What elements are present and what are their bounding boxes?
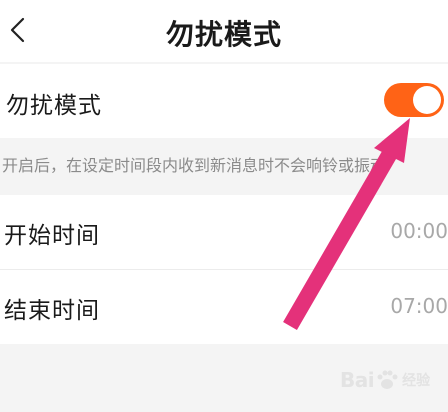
start-time-label: 开始时间 xyxy=(4,223,100,249)
toggle-knob xyxy=(413,86,441,114)
page-title: 勿扰模式 xyxy=(165,18,282,51)
hint-section: 开启后，在设定时间段内收到新消息时不会响铃或振动 xyxy=(0,139,448,193)
start-time-value: 00:00 xyxy=(390,219,448,243)
watermark-brand-right: 经验 xyxy=(402,373,431,389)
hint-text: 开启后，在设定时间段内收到新消息时不会响铃或振动 xyxy=(2,156,387,175)
end-time-row[interactable]: 结束时间 07:00 xyxy=(0,270,448,344)
end-time-value: 07:00 xyxy=(390,294,448,318)
paw-icon xyxy=(377,370,398,389)
start-time-row[interactable]: 开始时间 00:00 xyxy=(0,195,448,269)
end-time-label: 结束时间 xyxy=(4,298,100,324)
watermark-brand-left: Bai xyxy=(340,368,375,392)
header: 勿扰模式 xyxy=(0,0,448,62)
watermark: Bai 经验 xyxy=(340,360,444,400)
dnd-setting-row: 勿扰模式 xyxy=(0,64,448,138)
dnd-toggle[interactable] xyxy=(384,83,444,117)
dnd-label: 勿扰模式 xyxy=(6,93,102,119)
